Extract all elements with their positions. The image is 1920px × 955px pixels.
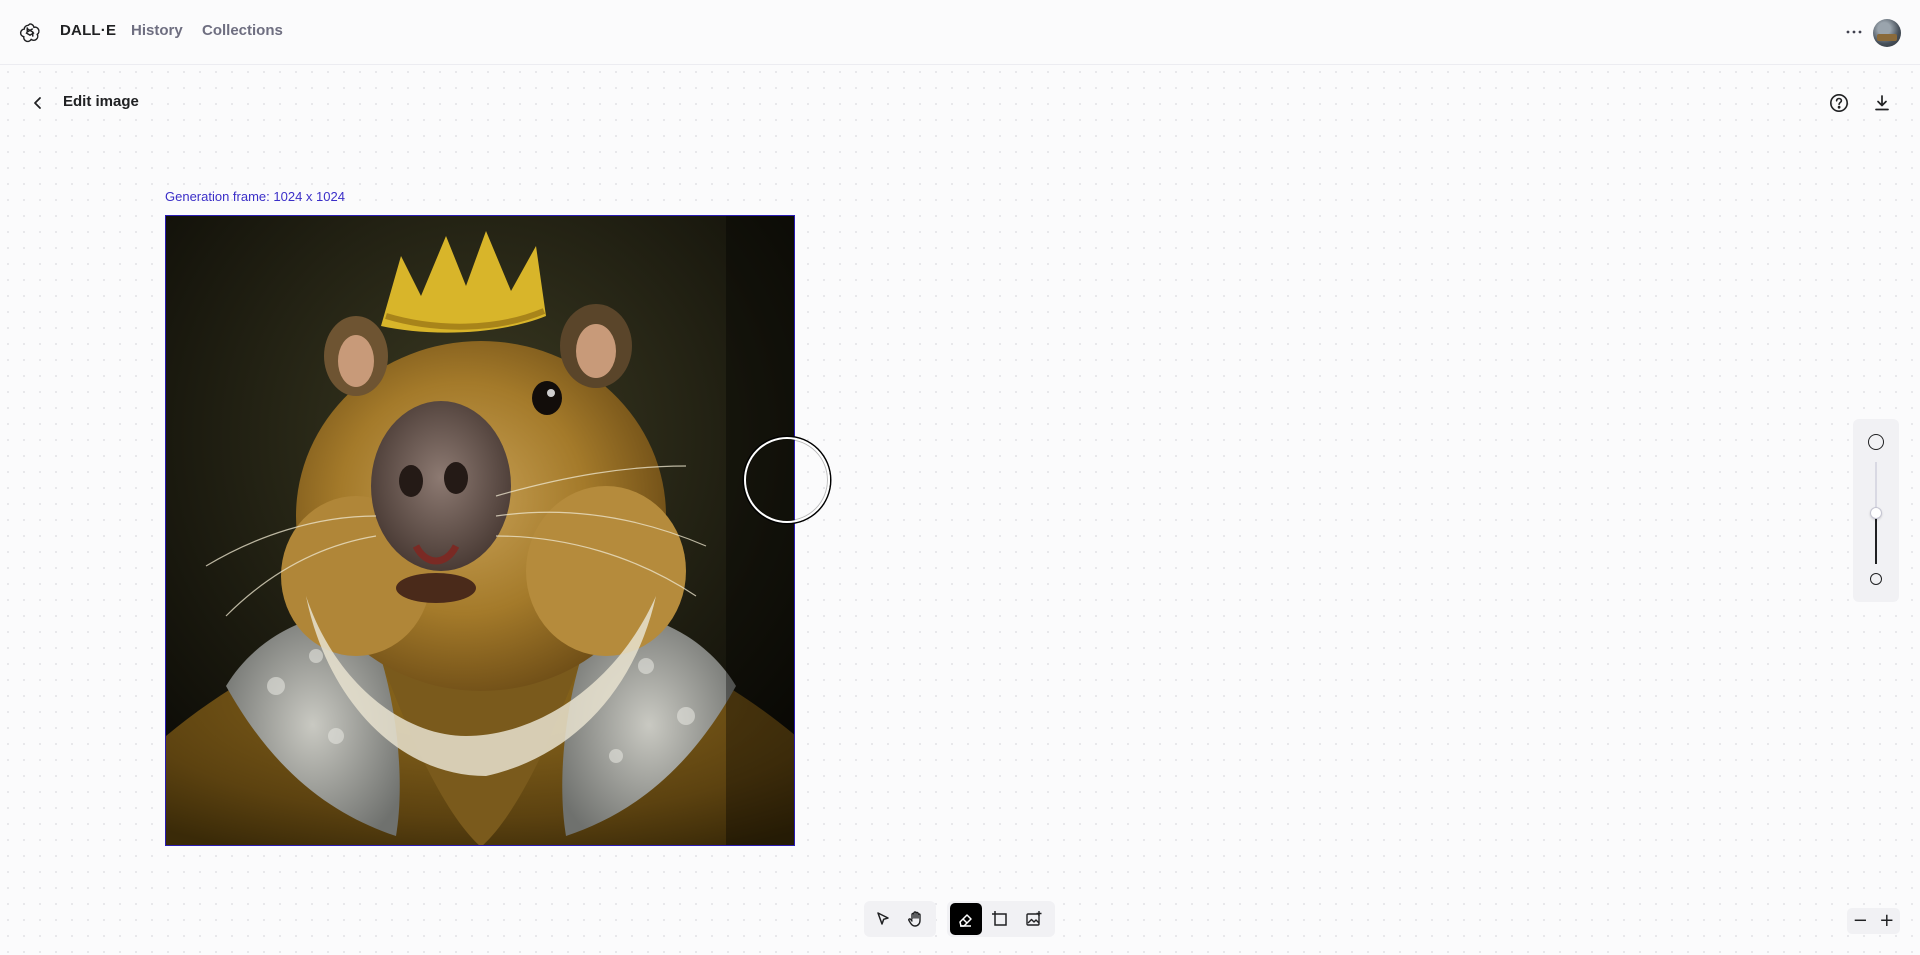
- top-navigation-bar: DALL·E History Collections: [0, 0, 1920, 65]
- zoom-out-button[interactable]: −: [1849, 910, 1871, 932]
- upload-image-button[interactable]: [1018, 903, 1050, 935]
- eraser-icon: [959, 914, 972, 927]
- cursor-arrow-icon: [876, 912, 889, 925]
- edit-tools-group: [947, 901, 1055, 937]
- generation-frame-canvas[interactable]: [165, 215, 795, 846]
- brand-name[interactable]: DALL·E: [60, 22, 116, 39]
- small-circle-icon[interactable]: [1870, 573, 1882, 585]
- ellipsis-icon: [1846, 30, 1862, 34]
- zoom-controls: − +: [1847, 908, 1900, 934]
- select-tool-button[interactable]: [867, 903, 898, 935]
- chevron-left-icon: [34, 97, 41, 109]
- large-circle-icon[interactable]: [1868, 434, 1884, 450]
- hand-icon: [907, 911, 921, 927]
- help-button[interactable]: [1827, 91, 1851, 115]
- brush-size-panel: [1853, 419, 1899, 602]
- frame-icon: [992, 911, 1007, 926]
- navigation-tools-group: [864, 901, 936, 937]
- capybara-portrait-image: [166, 216, 794, 845]
- brush-size-fill: [1875, 513, 1877, 564]
- image-plus-icon: [1026, 911, 1042, 926]
- eraser-tool-button[interactable]: [950, 903, 982, 935]
- nav-collections-link[interactable]: Collections: [202, 22, 283, 39]
- pan-tool-button[interactable]: [900, 903, 931, 935]
- brush-size-slider-thumb[interactable]: [1870, 507, 1882, 519]
- question-circle-icon: [1830, 94, 1848, 112]
- add-generation-frame-button[interactable]: [984, 903, 1016, 935]
- openai-logo-icon[interactable]: [19, 21, 41, 43]
- back-button[interactable]: [26, 91, 50, 115]
- generation-frame-label: Generation frame: 1024 x 1024: [165, 189, 345, 204]
- download-button[interactable]: [1870, 91, 1894, 115]
- nav-history-link[interactable]: History: [131, 22, 183, 39]
- download-icon: [1875, 95, 1889, 111]
- page-title: Edit image: [63, 93, 139, 110]
- user-avatar[interactable]: [1873, 19, 1901, 47]
- more-options-button[interactable]: [1840, 19, 1868, 45]
- zoom-in-button[interactable]: +: [1876, 910, 1898, 932]
